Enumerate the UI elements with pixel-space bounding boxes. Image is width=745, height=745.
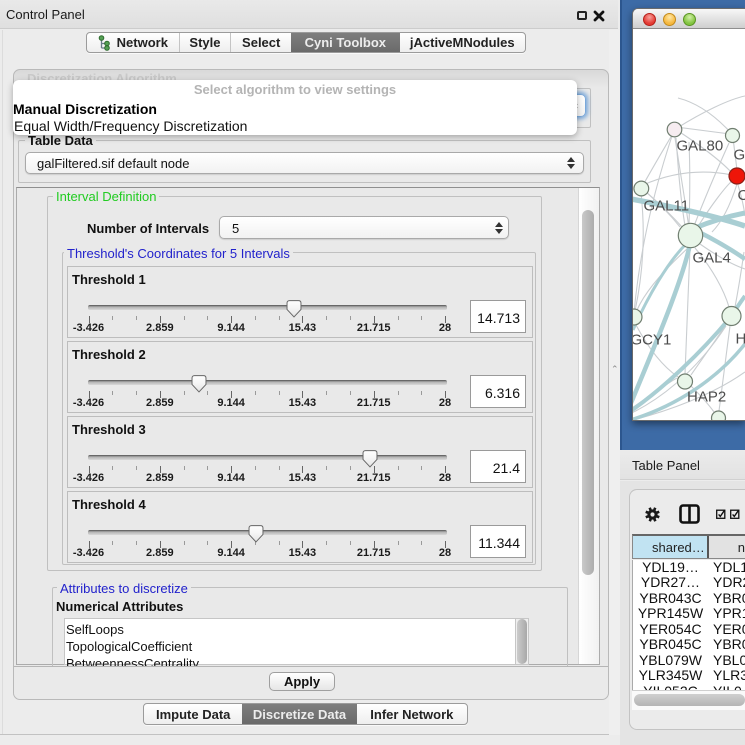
svg-text:HAP2: HAP2 — [687, 389, 726, 406]
svg-text:HA: HA — [736, 331, 745, 348]
svg-text:GAL4: GAL4 — [693, 250, 731, 267]
svg-text:GAL…: GAL… — [734, 147, 745, 164]
svg-text:GAL80: GAL80 — [677, 138, 724, 155]
svg-text:GCY1: GCY1 — [633, 332, 671, 349]
svg-text:C…: C… — [738, 187, 745, 204]
svg-text:GAL11: GAL11 — [644, 198, 690, 215]
